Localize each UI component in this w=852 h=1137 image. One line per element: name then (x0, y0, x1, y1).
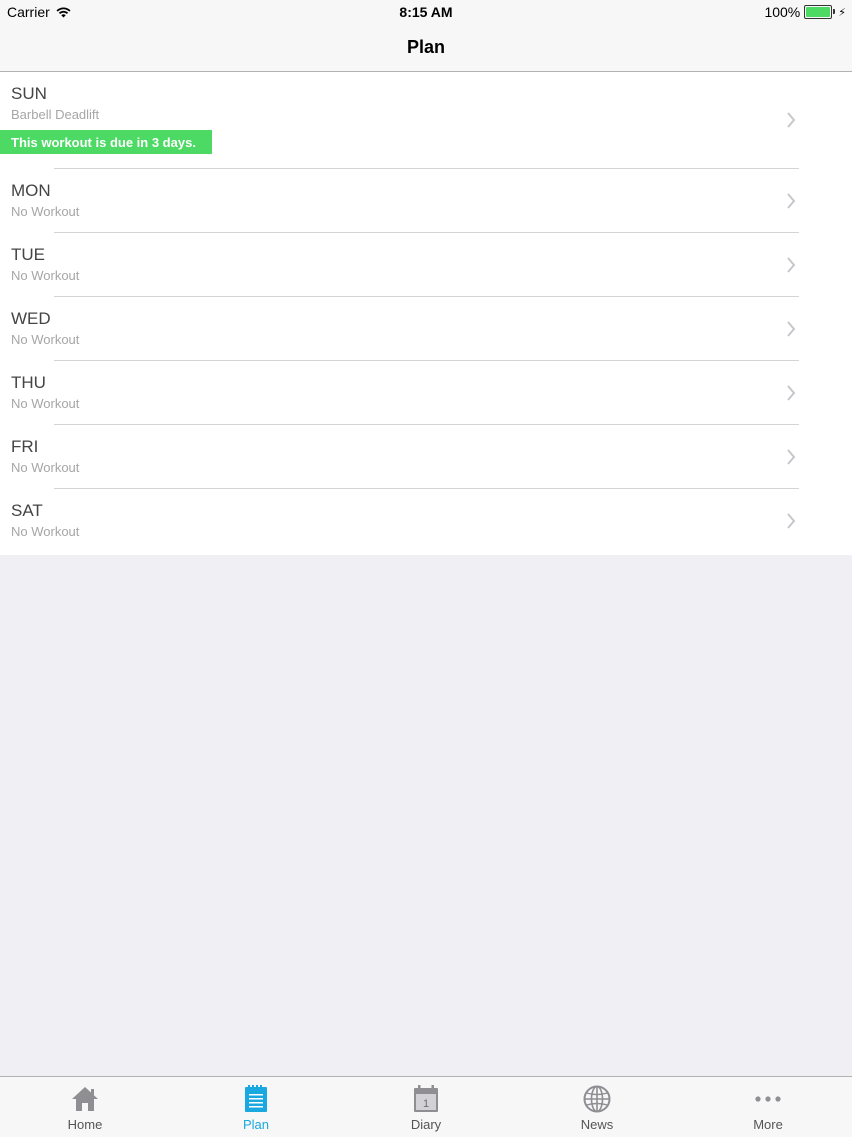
plan-row-mon[interactable]: MON No Workout (0, 169, 852, 233)
row-day-label: TUE (11, 245, 45, 264)
charging-bolt-icon: ⚡ (838, 6, 846, 19)
status-bar: Carrier 8:15 AM 100% ⚡ (0, 0, 852, 24)
battery-percent: 100% (764, 4, 801, 20)
plan-row-wed[interactable]: WED No Workout (0, 297, 852, 361)
chevron-right-icon (787, 112, 796, 128)
row-workout-label: No Workout (11, 524, 80, 539)
tab-diary[interactable]: 1 Diary (376, 1077, 476, 1137)
chevron-right-icon (787, 193, 796, 209)
tab-label: More (753, 1117, 783, 1132)
row-workout-label: No Workout (11, 396, 80, 411)
plan-row-sat[interactable]: SAT No Workout (0, 489, 852, 555)
row-day-label: MON (11, 181, 51, 200)
chevron-right-icon (787, 513, 796, 529)
svg-text:1: 1 (423, 1098, 429, 1110)
tab-label: News (580, 1117, 614, 1132)
row-day-label: THU (11, 373, 46, 392)
tab-bar: Home Plan 1 Diary News More (0, 1076, 852, 1137)
tab-plan[interactable]: Plan (206, 1077, 306, 1137)
row-workout-label: No Workout (11, 332, 80, 347)
row-workout-label: No Workout (11, 204, 80, 219)
home-icon (72, 1087, 98, 1111)
chevron-right-icon (787, 449, 796, 465)
row-workout-label: Barbell Deadlift (11, 107, 100, 122)
status-time: 8:15 AM (399, 4, 453, 20)
plan-row-sun[interactable]: SUN Barbell Deadlift This workout is due… (0, 72, 852, 169)
chevron-right-icon (787, 257, 796, 273)
tab-news[interactable]: News (547, 1077, 647, 1137)
tab-label: Plan (242, 1117, 270, 1132)
row-day-label: FRI (11, 437, 39, 456)
row-day-label: SUN (11, 84, 47, 103)
plan-row-thu[interactable]: THU No Workout (0, 361, 852, 425)
plan-row-tue[interactable]: TUE No Workout (0, 233, 852, 297)
more-icon (755, 1096, 781, 1102)
tab-label: Diary (410, 1117, 442, 1132)
plan-row-fri[interactable]: FRI No Workout (0, 425, 852, 489)
calendar-icon: 1 (414, 1085, 438, 1112)
navigation-bar: Plan (0, 24, 852, 72)
row-day-label: WED (11, 309, 51, 328)
plan-icon (245, 1085, 267, 1112)
battery-group: 100% ⚡ (764, 4, 846, 20)
page-title: Plan (406, 37, 445, 57)
row-day-label: SAT (11, 501, 43, 520)
chevron-right-icon (787, 385, 796, 401)
tab-more[interactable]: More (718, 1077, 818, 1137)
globe-icon (583, 1085, 611, 1113)
battery-icon (804, 5, 836, 19)
chevron-right-icon (787, 321, 796, 337)
tab-label: Home (67, 1117, 103, 1132)
due-badge: This workout is due in 3 days. (0, 130, 212, 154)
plan-list: SUN Barbell Deadlift This workout is due… (0, 72, 852, 555)
row-workout-label: No Workout (11, 268, 80, 283)
tab-home[interactable]: Home (35, 1077, 135, 1137)
row-workout-label: No Workout (11, 460, 80, 475)
